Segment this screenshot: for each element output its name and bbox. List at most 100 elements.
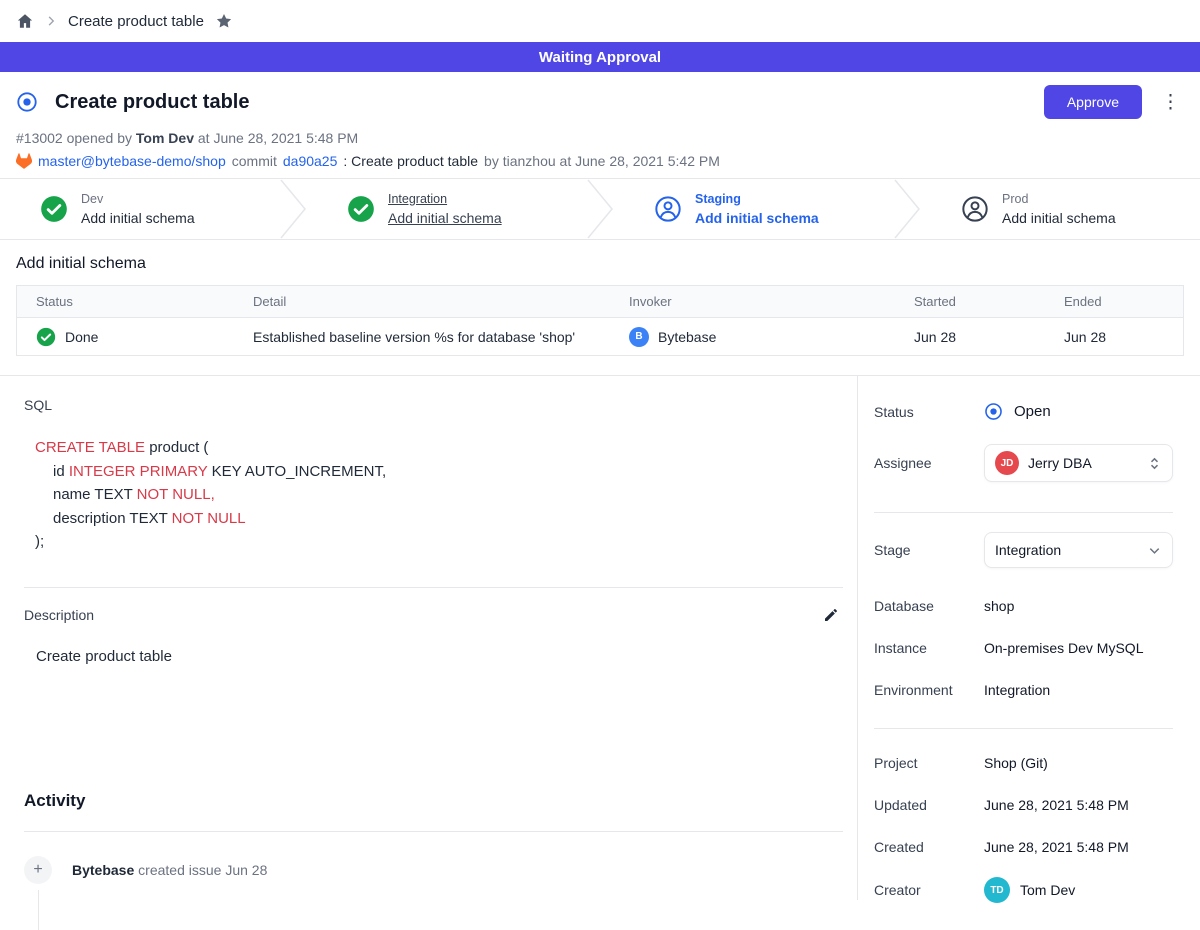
status-value: Open: [1014, 403, 1051, 420]
activity-date: Jun 28: [225, 862, 267, 878]
stage-staging[interactable]: Staging Add initial schema: [614, 179, 893, 239]
divider: [24, 831, 843, 832]
sql-label: SQL: [24, 397, 843, 413]
creator-label: Creator: [874, 882, 984, 898]
home-icon[interactable]: [16, 12, 34, 30]
activity-actor: Bytebase: [72, 862, 134, 878]
task-detail-cell: Established baseline version %s for data…: [234, 329, 610, 345]
project-label: Project: [874, 755, 984, 771]
updated-label: Updated: [874, 797, 984, 813]
gitlab-icon: [16, 153, 32, 169]
stage-separator: [893, 179, 921, 239]
column-header-detail: Detail: [234, 294, 610, 309]
task-section: Add initial schema Status Detail Invoker…: [0, 240, 1200, 376]
table-row[interactable]: Done Established baseline version %s for…: [17, 318, 1183, 355]
creator-value: Tom Dev: [1020, 882, 1075, 898]
description-text: Create product table: [24, 648, 843, 665]
activity-entry: + Bytebase created issue Jun 28: [24, 856, 843, 884]
project-value: Shop (Git): [984, 755, 1173, 771]
stage-separator: [279, 179, 307, 239]
instance-label: Instance: [874, 640, 984, 656]
task-started-cell: Jun 28: [895, 329, 1045, 345]
issue-open-icon: [16, 91, 38, 113]
environment-label: Environment: [874, 682, 984, 698]
vcs-commit-message: : Create product table: [343, 153, 478, 169]
check-circle-icon: [40, 195, 68, 223]
issue-open-icon: [984, 402, 1003, 421]
bytebase-avatar: B: [629, 327, 649, 347]
activity-heading: Activity: [24, 791, 843, 811]
chevron-down-icon: [1147, 543, 1162, 558]
task-status-cell: Done: [17, 327, 234, 347]
stage-task-label: Add initial schema: [695, 209, 819, 228]
task-table-header: Status Detail Invoker Started Ended: [17, 286, 1183, 318]
stage-env-label: Prod: [1002, 191, 1116, 208]
activity-action: created issue: [138, 862, 221, 878]
check-circle-icon: [36, 327, 56, 347]
database-label: Database: [874, 598, 984, 614]
user-circle-icon: [654, 195, 682, 223]
issue-detail-pane: SQL CREATE TABLE product ( id INTEGER PR…: [0, 376, 857, 900]
issue-header: Create product table Approve ⋮ #13002 op…: [0, 72, 1200, 178]
issue-author: Tom Dev: [136, 130, 194, 146]
kebab-menu-icon[interactable]: ⋮: [1157, 93, 1184, 112]
plus-icon[interactable]: +: [24, 856, 52, 884]
stage-env-label: Integration: [388, 191, 502, 208]
column-header-started: Started: [895, 294, 1045, 309]
column-header-status: Status: [17, 294, 234, 309]
task-status-text: Done: [65, 329, 98, 345]
vcs-commit-hash-link[interactable]: da90a25: [283, 153, 338, 169]
star-icon[interactable]: [215, 12, 233, 30]
created-value: June 28, 2021 5:48 PM: [984, 839, 1173, 855]
issue-id-text: #13002 opened by: [16, 130, 132, 146]
stage-integration[interactable]: Integration Add initial schema: [307, 179, 586, 239]
timeline-connector: [38, 890, 39, 930]
vcs-branch-link[interactable]: master@bytebase-demo/shop: [38, 153, 226, 169]
assignee-value: Jerry DBA: [1028, 455, 1092, 471]
stage-dev[interactable]: Dev Add initial schema: [0, 179, 279, 239]
issue-sidebar: Status Open Assignee JD Jerry DBA: [857, 376, 1200, 900]
task-invoker-text: Bytebase: [658, 329, 716, 345]
creator-avatar: TD: [984, 877, 1010, 903]
page-title: Create product table: [55, 91, 249, 114]
task-table: Status Detail Invoker Started Ended Done…: [16, 285, 1184, 356]
column-header-invoker: Invoker: [610, 294, 895, 309]
stage-env-label: Staging: [695, 191, 819, 208]
user-circle-icon: [961, 195, 989, 223]
edit-pencil-icon[interactable]: [823, 607, 839, 623]
vcs-commit-word: commit: [232, 153, 277, 169]
stage-select[interactable]: Integration: [984, 532, 1173, 568]
task-ended-cell: Jun 28: [1045, 329, 1183, 345]
stage-value: Integration: [995, 542, 1061, 558]
stage-task-label: Add initial schema: [1002, 209, 1116, 228]
task-invoker-cell: B Bytebase: [610, 327, 895, 347]
vcs-commit-author-time: by tianzhou at June 28, 2021 5:42 PM: [484, 153, 720, 169]
created-label: Created: [874, 839, 984, 855]
bytebase-issue-page: Create product table Waiting Approval Cr…: [0, 0, 1200, 900]
updated-value: June 28, 2021 5:48 PM: [984, 797, 1173, 813]
issue-meta: #13002 opened by Tom Dev at June 28, 202…: [16, 130, 1184, 146]
check-circle-icon: [347, 195, 375, 223]
vcs-commit-line: master@bytebase-demo/shop commit da90a25…: [16, 153, 1184, 169]
divider: [24, 587, 843, 588]
stage-task-label: Add initial schema: [388, 209, 502, 228]
approve-button[interactable]: Approve: [1044, 85, 1142, 119]
stage-separator: [586, 179, 614, 239]
status-banner: Waiting Approval: [0, 42, 1200, 72]
status-label: Status: [874, 404, 984, 420]
stage-prod[interactable]: Prod Add initial schema: [921, 179, 1200, 239]
divider: [874, 728, 1173, 729]
sql-statement: CREATE TABLE product ( id INTEGER PRIMAR…: [24, 436, 843, 554]
instance-value: On-premises Dev MySQL: [984, 640, 1173, 656]
breadcrumb-title[interactable]: Create product table: [68, 13, 204, 30]
chevron-right-icon: [45, 15, 57, 27]
stage-task-label: Add initial schema: [81, 209, 195, 228]
task-section-title: Add initial schema: [16, 255, 1184, 273]
column-header-ended: Ended: [1045, 294, 1183, 309]
issue-opened-time: at June 28, 2021 5:48 PM: [198, 130, 358, 146]
assignee-select[interactable]: JD Jerry DBA: [984, 444, 1173, 482]
database-value: shop: [984, 598, 1173, 614]
stage-label: Stage: [874, 542, 984, 558]
divider: [874, 512, 1173, 513]
assignee-label: Assignee: [874, 455, 984, 471]
